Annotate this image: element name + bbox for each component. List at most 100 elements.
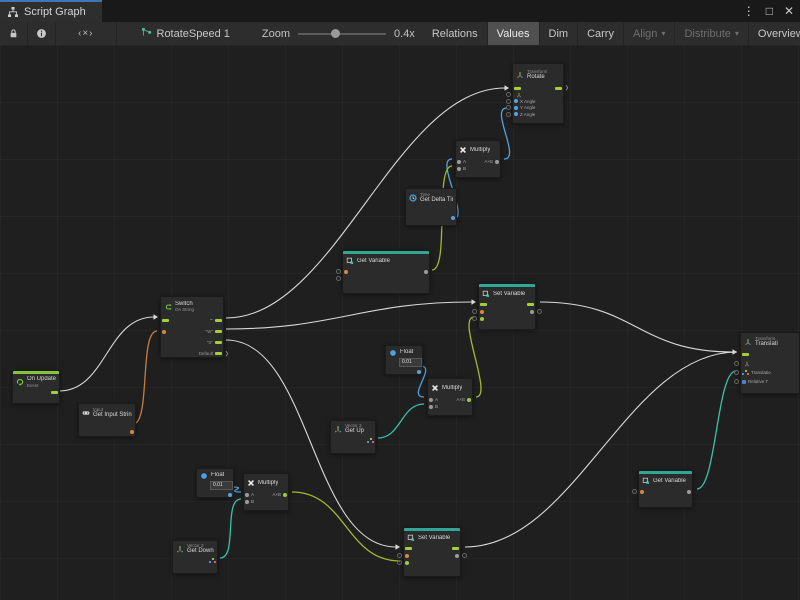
gray-value-port[interactable]	[687, 490, 691, 494]
orange-value-port[interactable]	[480, 310, 484, 314]
lock-button[interactable]	[0, 22, 28, 45]
unconnected-port-ring[interactable]	[734, 370, 739, 375]
blue-value-port[interactable]	[514, 106, 518, 110]
info-button[interactable]	[28, 22, 56, 45]
graph-canvas[interactable]: TransformRotate❯X AngleY AngleZ Angle Mul…	[0, 45, 800, 600]
blue-value-port[interactable]	[514, 112, 518, 116]
node-get-delta-time[interactable]: TimeGet Delta Time	[405, 188, 457, 226]
node-multiply-top[interactable]: MultiplyAA×BB	[455, 140, 501, 178]
orange-value-port[interactable]	[640, 490, 644, 494]
relations-button[interactable]: Relations	[423, 22, 488, 45]
node-get-variable-bottom[interactable]: Get Variable	[638, 470, 693, 508]
unconnected-port-ring[interactable]	[734, 379, 739, 384]
vector3-port[interactable]	[742, 370, 749, 376]
orange-value-port[interactable]	[344, 270, 348, 274]
node-port-row	[173, 556, 217, 565]
wire-orange-1	[133, 331, 157, 424]
align-button[interactable]: Align▾	[624, 22, 675, 45]
green-value-port[interactable]	[480, 317, 484, 321]
green-value-port[interactable]	[405, 561, 409, 565]
node-multiply-mid[interactable]: MultiplyAA×BB	[427, 378, 473, 416]
unconnected-port-ring[interactable]	[506, 112, 511, 117]
node-switch-on-string[interactable]: SwitchOn String"""W""S"Default❯	[160, 296, 224, 358]
dim-button[interactable]: Dim	[540, 22, 579, 45]
unconnected-port-ring[interactable]	[336, 269, 341, 274]
vector3-port[interactable]	[367, 438, 374, 444]
gray-value-port[interactable]	[457, 167, 461, 171]
inline-value-field[interactable]: 0.01	[399, 358, 422, 367]
gray-value-port[interactable]	[530, 310, 534, 314]
overview-button[interactable]: Overview	[749, 22, 800, 45]
enum-port[interactable]	[742, 380, 746, 384]
vector3-port[interactable]	[209, 558, 216, 564]
node-get-input-string[interactable]: InputGet Input Strin	[78, 403, 136, 437]
zoom-slider[interactable]	[298, 33, 386, 35]
orange-value-port[interactable]	[162, 330, 166, 334]
gray-value-port[interactable]	[424, 270, 428, 274]
blue-value-port[interactable]	[451, 216, 455, 220]
node-vector3-get-down[interactable]: Vector 3Get Down	[172, 540, 218, 574]
unconnected-port-ring[interactable]	[632, 489, 637, 494]
node-vector3-get-up[interactable]: Vector 3Get Up	[330, 420, 376, 454]
zoom-slider-thumb[interactable]	[331, 29, 340, 38]
orange-value-port[interactable]	[405, 554, 409, 558]
flow-port[interactable]	[215, 319, 222, 322]
unconnected-port-ring[interactable]	[397, 560, 402, 565]
unconnected-port-ring[interactable]	[472, 309, 477, 314]
blue-value-port[interactable]	[417, 370, 421, 374]
flow-port[interactable]	[514, 87, 521, 90]
node-on-update[interactable]: On UpdateEvent	[12, 370, 60, 404]
flow-port[interactable]	[405, 547, 412, 550]
flow-port[interactable]	[162, 319, 169, 322]
distribute-button[interactable]: Distribute▾	[675, 22, 748, 45]
node-port-row: Relative T	[741, 377, 799, 386]
unconnected-port-ring[interactable]	[734, 361, 739, 366]
green-value-port[interactable]	[283, 493, 287, 497]
unconnected-port-ring[interactable]	[506, 99, 511, 104]
values-button[interactable]: Values	[488, 22, 540, 45]
green-value-port[interactable]	[467, 398, 471, 402]
node-get-variable-top[interactable]: Get Variable	[342, 250, 430, 294]
graph-reference[interactable]: RotateSpeed 1	[131, 22, 240, 45]
node-float-mid[interactable]: Float0.01	[385, 345, 423, 375]
maximize-icon[interactable]: □	[766, 0, 773, 22]
flow-port[interactable]	[555, 87, 562, 90]
blue-value-port[interactable]	[514, 99, 518, 103]
tab-script-graph[interactable]: Script Graph	[0, 0, 102, 22]
flow-port[interactable]	[452, 547, 459, 550]
blue-value-port[interactable]	[228, 493, 232, 497]
node-set-variable-mid[interactable]: Set Variable	[478, 283, 536, 330]
inline-value-field[interactable]: 0.01	[210, 481, 233, 490]
flow-port[interactable]	[215, 352, 222, 355]
flow-port[interactable]	[742, 353, 749, 356]
flow-port[interactable]	[480, 303, 487, 306]
flow-port[interactable]	[215, 341, 222, 344]
flow-port[interactable]	[527, 303, 534, 306]
window-menu-icon[interactable]: ⋮	[743, 0, 755, 22]
node-multiply-bottom[interactable]: MultiplyAA×BB	[243, 473, 289, 511]
wire-arrowhead-icon	[154, 314, 159, 320]
gray-value-port[interactable]	[455, 554, 459, 558]
gray-value-port[interactable]	[495, 160, 499, 164]
gray-value-port[interactable]	[429, 398, 433, 402]
gray-value-port[interactable]	[245, 493, 249, 497]
gray-value-port[interactable]	[429, 405, 433, 409]
unconnected-port-ring[interactable]	[462, 553, 467, 558]
flow-port[interactable]	[51, 391, 58, 394]
gray-value-port[interactable]	[245, 500, 249, 504]
unconnected-port-ring[interactable]	[472, 316, 477, 321]
node-transform-translate[interactable]: TransformTranslatiTranslatioRelative T	[740, 332, 800, 394]
carry-button[interactable]: Carry	[578, 22, 624, 45]
unconnected-port-ring[interactable]	[336, 276, 341, 281]
orange-value-port[interactable]	[130, 430, 134, 434]
gray-value-port[interactable]	[457, 160, 461, 164]
flow-port[interactable]	[215, 330, 222, 333]
node-float-bottom[interactable]: Float0.01	[196, 468, 234, 498]
code-view-button[interactable]: ‹×›	[56, 22, 117, 45]
wire-white-3	[226, 302, 472, 329]
close-icon[interactable]: ✕	[784, 0, 794, 22]
unconnected-port-ring[interactable]	[537, 309, 542, 314]
unconnected-port-ring[interactable]	[397, 553, 402, 558]
node-set-variable-bottom[interactable]: Set Variable	[403, 527, 461, 577]
node-transform-rotate[interactable]: TransformRotate❯X AngleY AngleZ Angle	[512, 63, 564, 124]
